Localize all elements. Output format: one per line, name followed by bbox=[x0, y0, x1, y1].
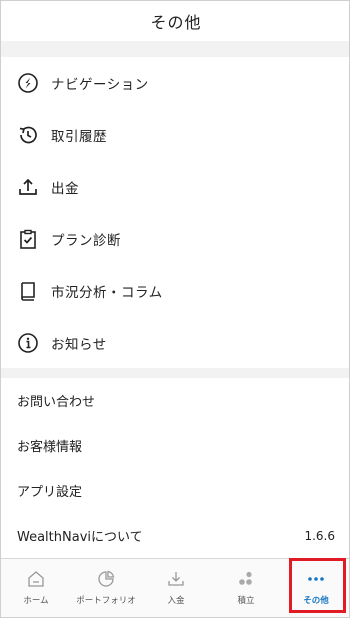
menu-item-withdraw[interactable]: 出金 bbox=[1, 161, 349, 213]
header: その他 bbox=[1, 1, 349, 41]
menu-item-label: 出金 bbox=[51, 181, 79, 197]
menu-item-notice[interactable]: お知らせ bbox=[1, 317, 349, 369]
menu-item-label: お問い合わせ bbox=[17, 395, 96, 410]
menu-item-app-settings[interactable]: アプリ設定 bbox=[1, 468, 349, 513]
menu-item-label: ナビゲーション bbox=[51, 77, 149, 93]
app-version: 1.6.6 bbox=[304, 528, 335, 543]
tab-portfolio[interactable]: ポートフォリオ bbox=[71, 559, 141, 617]
menu-item-history[interactable]: 取引履歴 bbox=[1, 109, 349, 161]
tab-label: ポートフォリオ bbox=[76, 596, 136, 606]
section-divider bbox=[1, 41, 349, 57]
tab-label: 積立 bbox=[237, 596, 255, 606]
tab-more[interactable]: その他 bbox=[281, 559, 349, 617]
tab-home[interactable]: ホーム bbox=[1, 559, 71, 617]
navigation-icon bbox=[17, 72, 39, 94]
menu-item-label: お知らせ bbox=[51, 337, 107, 353]
main-menu: ナビゲーション 取引履歴 出金 プラン診断 市況分析・コラム お知らせ bbox=[1, 57, 349, 369]
page-title: その他 bbox=[150, 13, 202, 32]
accumulate-icon bbox=[236, 569, 256, 589]
tab-label: その他 bbox=[303, 596, 329, 606]
menu-item-label: プラン診断 bbox=[51, 233, 121, 249]
menu-item-customer-info[interactable]: お客様情報 bbox=[1, 423, 349, 468]
plan-clipboard-icon bbox=[17, 228, 39, 250]
menu-item-navigation[interactable]: ナビゲーション bbox=[1, 57, 349, 109]
bottom-tab-bar: ホーム ポートフォリオ 入金 積立 その他 bbox=[1, 558, 349, 617]
menu-item-label: アプリ設定 bbox=[17, 485, 83, 500]
deposit-icon bbox=[166, 569, 186, 589]
menu-item-label: 取引履歴 bbox=[51, 129, 107, 145]
menu-item-label: お客様情報 bbox=[17, 440, 83, 455]
menu-item-market-column[interactable]: 市況分析・コラム bbox=[1, 265, 349, 317]
tab-deposit[interactable]: 入金 bbox=[141, 559, 211, 617]
menu-item-label: 市況分析・コラム bbox=[51, 285, 163, 301]
more-icon bbox=[306, 569, 326, 589]
info-icon bbox=[17, 332, 39, 354]
section-divider bbox=[1, 368, 349, 378]
secondary-menu: お問い合わせ お客様情報 アプリ設定 WealthNaviについて 1.6.6 bbox=[1, 378, 349, 558]
book-icon bbox=[17, 280, 39, 302]
menu-item-about[interactable]: WealthNaviについて 1.6.6 bbox=[1, 513, 349, 558]
home-icon bbox=[26, 569, 46, 589]
tab-label: 入金 bbox=[167, 596, 185, 606]
menu-item-contact[interactable]: お問い合わせ bbox=[1, 378, 349, 423]
menu-item-plan[interactable]: プラン診断 bbox=[1, 213, 349, 265]
tab-accumulate[interactable]: 積立 bbox=[211, 559, 281, 617]
history-icon bbox=[17, 124, 39, 146]
withdraw-icon bbox=[17, 176, 39, 198]
app-screen: その他 ナビゲーション 取引履歴 出金 プラン診断 市況分析・コラム お知らせ … bbox=[0, 0, 350, 618]
menu-item-label: WealthNaviについて bbox=[17, 530, 143, 545]
tab-label: ホーム bbox=[23, 596, 49, 606]
portfolio-icon bbox=[96, 569, 116, 589]
